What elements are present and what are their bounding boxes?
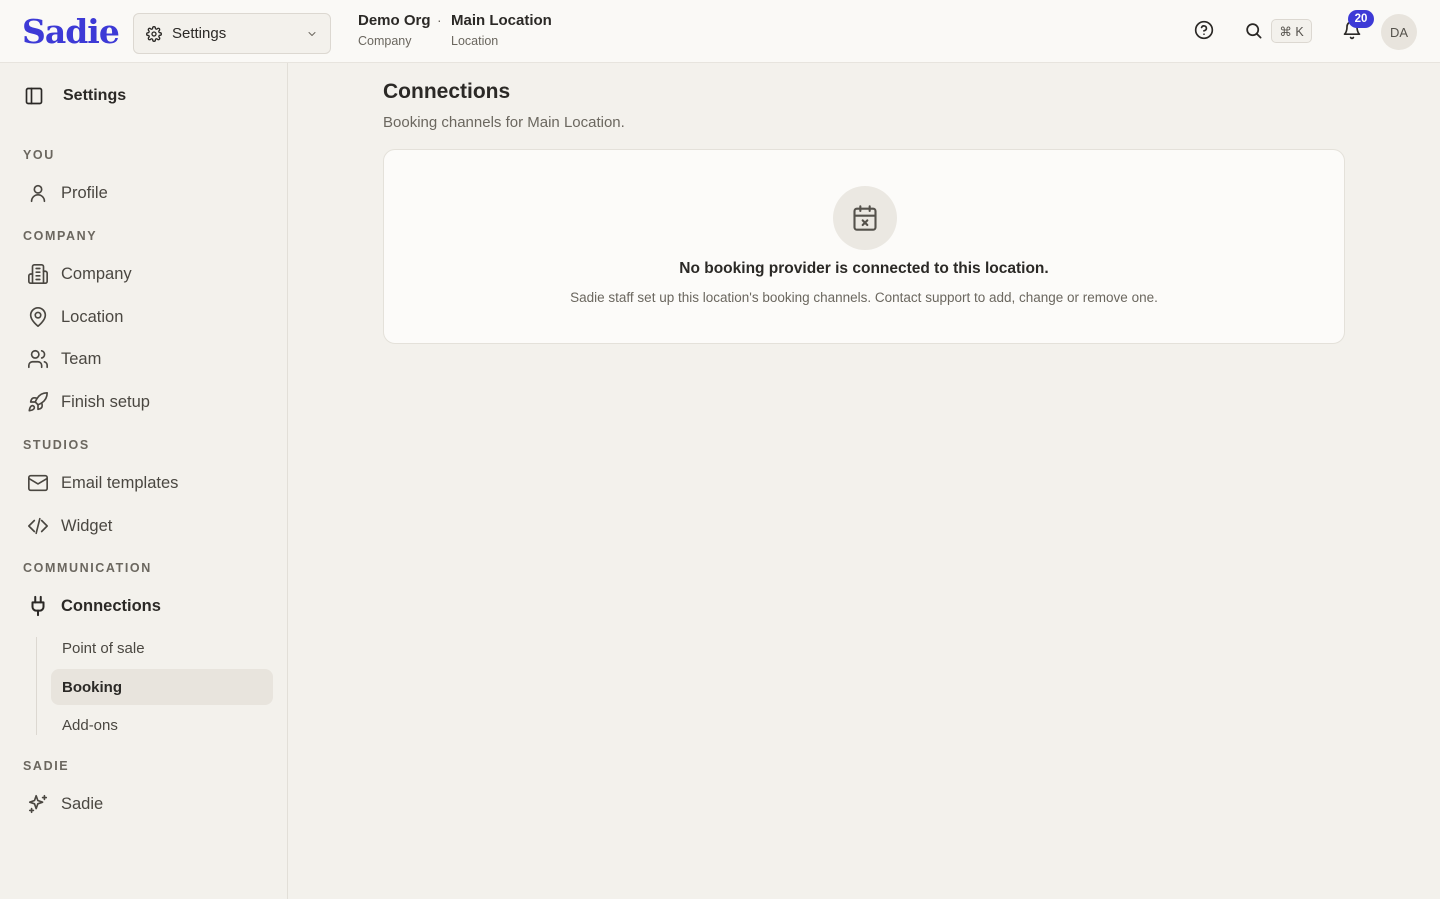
sidebar-subitem-point-of-sale[interactable]: Point of sale — [51, 630, 273, 666]
mail-icon — [26, 471, 50, 495]
settings-select[interactable]: Settings — [133, 13, 331, 54]
building-icon — [26, 262, 50, 286]
sidebar-item-label: Finish setup — [61, 392, 150, 411]
sidebar-item-connections[interactable]: Connections — [26, 593, 161, 619]
notification-badge: 20 — [1348, 10, 1374, 28]
empty-state-card: No booking provider is connected to this… — [383, 149, 1345, 344]
sidebar-item-label: Team — [61, 349, 102, 368]
breadcrumb-company-subtitle: Company — [358, 34, 412, 48]
empty-state-title: No booking provider is connected to this… — [679, 260, 1049, 277]
sidebar-item-label: Sadie — [61, 794, 104, 813]
sidebar-item-team[interactable]: Team — [26, 346, 101, 372]
sidebar-item-label: Connections — [61, 596, 161, 615]
app-logo[interactable]: Sadie — [22, 12, 120, 51]
sidebar-item-finish-setup[interactable]: Finish setup — [26, 389, 150, 415]
rocket-icon — [26, 390, 50, 414]
sidebar-title: Settings — [63, 87, 127, 104]
gear-icon — [146, 25, 162, 42]
breadcrumb-location[interactable]: Main Location Location — [451, 12, 552, 48]
sidebar-item-location[interactable]: Location — [26, 304, 123, 330]
breadcrumb-location-title: Main Location — [451, 12, 552, 29]
breadcrumb-location-subtitle: Location — [451, 34, 499, 48]
sidebar-subitem-booking[interactable]: Booking — [51, 669, 273, 705]
sidebar-item-label: Widget — [61, 516, 113, 535]
user-icon — [26, 181, 50, 205]
settings-select-label: Settings — [172, 25, 227, 42]
sidebar-item-profile[interactable]: Profile — [26, 180, 108, 206]
sidebar-item-sadie[interactable]: Sadie — [26, 791, 103, 817]
sidebar-toggle-icon[interactable] — [24, 86, 44, 106]
sidebar-header: Settings — [24, 86, 126, 106]
code-icon — [26, 514, 50, 538]
chevron-down-icon — [306, 28, 318, 40]
breadcrumb-company-title: Demo Org — [358, 12, 431, 29]
section-sadie: SADIE — [23, 759, 70, 773]
top-bar: Sadie Settings Demo Org Company · Main L… — [0, 0, 1440, 63]
calendar-x-icon — [833, 186, 897, 250]
submenu-guide-line — [36, 637, 37, 735]
page-title: Connections — [383, 80, 511, 103]
section-company: COMPANY — [23, 229, 98, 243]
sidebar-item-widget[interactable]: Widget — [26, 513, 112, 539]
sidebar-item-company[interactable]: Company — [26, 261, 132, 287]
help-icon[interactable] — [1193, 19, 1215, 41]
sidebar-item-email-templates[interactable]: Email templates — [26, 470, 178, 496]
section-you: YOU — [23, 148, 55, 162]
plug-icon — [26, 594, 50, 618]
section-communication: COMMUNICATION — [23, 561, 152, 575]
sidebar-item-label: Company — [61, 264, 132, 283]
sidebar: Settings YOU Profile COMPANY Company Loc… — [0, 63, 288, 899]
search-icon[interactable] — [1242, 19, 1264, 41]
sidebar-item-label: Location — [61, 307, 124, 326]
sidebar-item-label: Profile — [61, 183, 108, 202]
sidebar-item-label: Email templates — [61, 473, 179, 492]
avatar[interactable]: DA — [1381, 14, 1417, 50]
sparkles-icon — [26, 792, 50, 816]
section-studios: STUDIOS — [23, 438, 90, 452]
users-icon — [26, 347, 50, 371]
breadcrumb-company[interactable]: Demo Org Company — [358, 12, 431, 48]
page-subtitle: Booking channels for Main Location. — [383, 114, 625, 131]
sidebar-subitem-add-ons[interactable]: Add-ons — [51, 707, 273, 743]
search-shortcut[interactable]: ⌘ K — [1271, 19, 1312, 43]
map-pin-icon — [26, 305, 50, 329]
empty-state-message: Sadie staff set up this location's booki… — [570, 290, 1158, 305]
breadcrumb-separator: · — [437, 12, 442, 28]
